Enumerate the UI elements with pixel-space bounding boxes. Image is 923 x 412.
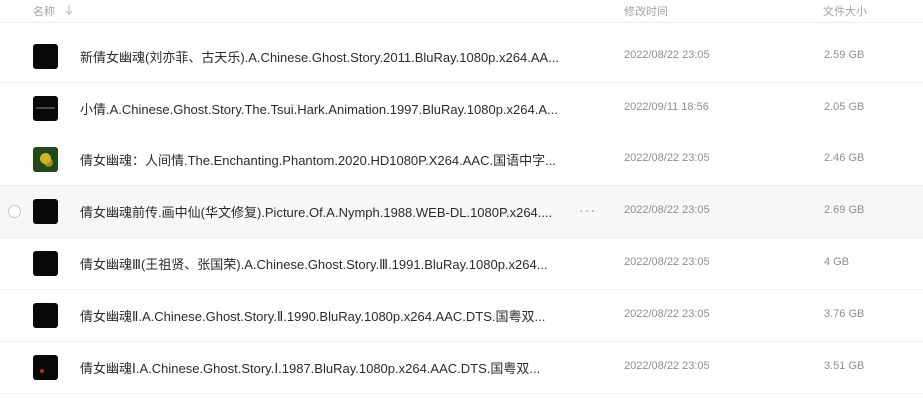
file-modified-time: 2022/08/22 23:05 xyxy=(624,204,710,216)
file-row[interactable]: 倩女幽魂Ⅱ.A.Chinese.Ghost.Story.Ⅱ.1990.BluRa… xyxy=(0,290,923,342)
file-modified-time: 2022/09/11 18:56 xyxy=(624,101,709,113)
file-size: 2.59 GB xyxy=(824,49,865,61)
file-list: 名称 修改时间 文件大小 新倩女幽魂(刘亦菲、古天乐).A.Chinese.Gh… xyxy=(0,0,923,412)
video-thumbnail-icon xyxy=(33,199,58,224)
column-header-size[interactable]: 文件大小 xyxy=(823,3,867,19)
file-row[interactable]: 倩女幽魂：人间情.The.Enchanting.Phantom.2020.HD1… xyxy=(0,134,923,186)
file-size: 2.69 GB xyxy=(824,204,865,216)
file-size: 3.76 GB xyxy=(824,308,865,320)
sort-descending-arrow-icon[interactable] xyxy=(64,3,74,17)
file-size: 2.46 GB xyxy=(824,152,865,164)
column-header-modified[interactable]: 修改时间 xyxy=(624,3,668,19)
video-thumbnail-icon xyxy=(33,251,58,276)
file-modified-time: 2022/08/22 23:05 xyxy=(624,308,710,320)
file-size: 4 GB xyxy=(824,256,850,268)
more-options-icon[interactable]: ··· xyxy=(579,203,596,217)
file-name[interactable]: 倩女幽魂前传.画中仙(华文修复).Picture.Of.A.Nymph.1988… xyxy=(80,202,580,221)
file-name[interactable]: 倩女幽魂Ⅰ.A.Chinese.Ghost.Story.Ⅰ.1987.BluRa… xyxy=(80,358,580,377)
file-row[interactable]: 小倩.A.Chinese.Ghost.Story.The.Tsui.Hark.A… xyxy=(0,83,923,135)
file-row[interactable]: 新倩女幽魂(刘亦菲、古天乐).A.Chinese.Ghost.Story.201… xyxy=(0,31,923,83)
file-name[interactable]: 倩女幽魂Ⅱ.A.Chinese.Ghost.Story.Ⅱ.1990.BluRa… xyxy=(80,306,580,325)
file-modified-time: 2022/08/22 23:05 xyxy=(624,256,710,268)
file-row[interactable]: 倩女幽魂前传.画中仙(华文修复).Picture.Of.A.Nymph.1988… xyxy=(0,186,923,238)
video-thumbnail-icon xyxy=(33,147,58,172)
file-modified-time: 2022/08/22 23:05 xyxy=(624,49,710,61)
file-size: 3.51 GB xyxy=(824,360,865,372)
file-row[interactable]: 倩女幽魂Ⅰ.A.Chinese.Ghost.Story.Ⅰ.1987.BluRa… xyxy=(0,342,923,394)
row-select-checkbox[interactable] xyxy=(8,205,21,218)
file-row[interactable]: 倩女幽魂Ⅲ(王祖贤、张国荣).A.Chinese.Ghost.Story.Ⅲ.1… xyxy=(0,238,923,290)
video-thumbnail-icon xyxy=(33,355,58,380)
file-size: 2.05 GB xyxy=(824,101,865,113)
file-modified-time: 2022/08/22 23:05 xyxy=(624,152,710,164)
video-thumbnail-icon xyxy=(33,303,58,328)
video-thumbnail-icon xyxy=(33,96,58,121)
file-name[interactable]: 倩女幽魂：人间情.The.Enchanting.Phantom.2020.HD1… xyxy=(80,150,580,169)
list-header: 名称 修改时间 文件大小 xyxy=(0,0,923,23)
file-name[interactable]: 小倩.A.Chinese.Ghost.Story.The.Tsui.Hark.A… xyxy=(80,99,580,118)
column-header-name[interactable]: 名称 xyxy=(33,3,55,19)
file-name[interactable]: 倩女幽魂Ⅲ(王祖贤、张国荣).A.Chinese.Ghost.Story.Ⅲ.1… xyxy=(80,254,580,273)
video-thumbnail-icon xyxy=(33,44,58,69)
file-name[interactable]: 新倩女幽魂(刘亦菲、古天乐).A.Chinese.Ghost.Story.201… xyxy=(80,47,580,66)
file-modified-time: 2022/08/22 23:05 xyxy=(624,360,710,372)
